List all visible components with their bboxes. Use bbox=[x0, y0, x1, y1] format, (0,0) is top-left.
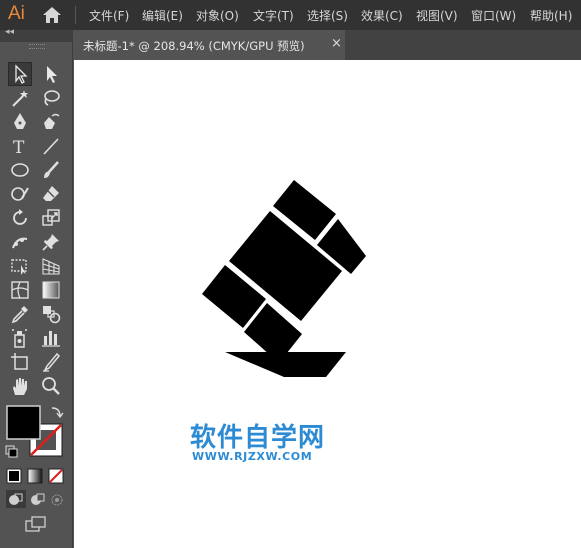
zoom-tool-icon[interactable] bbox=[40, 375, 62, 397]
pen-tool-icon[interactable] bbox=[9, 111, 31, 133]
menu-view[interactable]: 视图(V) bbox=[416, 7, 458, 24]
hand-tool-icon[interactable] bbox=[9, 375, 31, 397]
menu-file[interactable]: 文件(F) bbox=[89, 7, 129, 24]
shaper-tool-icon[interactable] bbox=[9, 183, 31, 205]
menu-edit[interactable]: 编辑(E) bbox=[142, 7, 183, 24]
puppet-warp-tool-icon[interactable] bbox=[9, 231, 31, 253]
pin-tool-icon[interactable] bbox=[40, 231, 62, 253]
tilted-block-shape[interactable] bbox=[202, 180, 366, 377]
home-icon[interactable] bbox=[42, 6, 62, 24]
menu-help[interactable]: 帮助(H) bbox=[530, 7, 572, 24]
menu-type[interactable]: 文字(T) bbox=[253, 7, 294, 24]
collapse-icon[interactable]: ◂◂ bbox=[5, 27, 14, 37]
scale-tool-icon[interactable] bbox=[40, 207, 62, 229]
watermark-text: 软件自学网 bbox=[190, 423, 326, 453]
app-logo: Ai bbox=[8, 3, 25, 24]
eyedropper-tool-icon[interactable] bbox=[9, 303, 31, 325]
perspective-grid-tool-icon[interactable] bbox=[40, 255, 62, 277]
menu-select[interactable]: 选择(S) bbox=[307, 7, 348, 24]
panel-grip[interactable] bbox=[29, 44, 45, 49]
default-fill-stroke-icon[interactable] bbox=[5, 445, 18, 458]
document-tab-bar: 未标题-1* @ 208.94% (CMYK/GPU 预览) × bbox=[73, 30, 581, 60]
magic-wand-tool-icon[interactable] bbox=[9, 87, 31, 109]
curvature-tool-icon[interactable] bbox=[40, 111, 62, 133]
swap-fill-stroke-icon[interactable] bbox=[51, 407, 64, 419]
document-tab-title: 未标题-1* @ 208.94% (CMYK/GPU 预览) bbox=[83, 39, 305, 53]
menu-window[interactable]: 窗口(W) bbox=[471, 7, 516, 24]
close-tab-icon[interactable]: × bbox=[331, 36, 342, 51]
svg-text:T: T bbox=[13, 138, 25, 157]
fill-swatch[interactable] bbox=[6, 405, 41, 440]
draw-inside-icon[interactable] bbox=[51, 494, 63, 506]
column-graph-tool-icon[interactable] bbox=[40, 327, 62, 349]
document-tab[interactable]: 未标题-1* @ 208.94% (CMYK/GPU 预览) × bbox=[73, 30, 345, 60]
gradient-mode-button[interactable] bbox=[27, 468, 43, 484]
free-transform-tool-icon[interactable] bbox=[9, 255, 31, 277]
draw-mode-buttons bbox=[6, 490, 63, 508]
tools-panel-header[interactable]: ◂◂ bbox=[0, 27, 73, 42]
menu-effect[interactable]: 效果(C) bbox=[361, 7, 403, 24]
artboard-canvas[interactable]: 软件自学网 WWW.RJZXW.COM bbox=[74, 60, 581, 548]
type-tool-icon[interactable]: T bbox=[9, 135, 31, 158]
artwork bbox=[202, 180, 366, 377]
gradient-tool-icon[interactable] bbox=[40, 279, 62, 301]
eraser-tool-icon[interactable] bbox=[40, 183, 62, 205]
menu-object[interactable]: 对象(O) bbox=[196, 7, 239, 24]
selection-tool-icon[interactable] bbox=[8, 62, 32, 86]
mesh-tool-icon[interactable] bbox=[9, 279, 31, 301]
draw-behind-icon[interactable] bbox=[31, 493, 45, 505]
menu-bar: Ai 文件(F) 编辑(E) 对象(O) 文字(T) 选择(S) 效果(C) 视… bbox=[0, 0, 581, 30]
artboard-tool-icon[interactable] bbox=[9, 351, 31, 373]
line-segment-tool-icon[interactable] bbox=[40, 135, 62, 157]
menu-divider bbox=[75, 6, 76, 24]
tools-panel: ◂◂ T bbox=[0, 27, 73, 548]
color-mode-button[interactable] bbox=[6, 468, 22, 484]
watermark-url: WWW.RJZXW.COM bbox=[192, 450, 313, 463]
paintbrush-tool-icon[interactable] bbox=[40, 159, 62, 181]
ellipse-tool-icon[interactable] bbox=[9, 159, 31, 181]
slice-tool-icon[interactable] bbox=[40, 351, 62, 373]
lasso-tool-icon[interactable] bbox=[40, 87, 62, 109]
base-plate bbox=[225, 352, 346, 377]
fill-stroke-widget[interactable] bbox=[4, 400, 70, 466]
none-mode-button[interactable] bbox=[48, 468, 64, 484]
color-mode-buttons bbox=[6, 468, 64, 484]
symbol-sprayer-tool-icon[interactable] bbox=[9, 327, 31, 349]
rotate-tool-icon[interactable] bbox=[9, 207, 31, 229]
blend-tool-icon[interactable] bbox=[40, 303, 62, 325]
screen-mode-icon[interactable] bbox=[24, 515, 48, 533]
direct-selection-tool-icon[interactable] bbox=[40, 63, 62, 85]
